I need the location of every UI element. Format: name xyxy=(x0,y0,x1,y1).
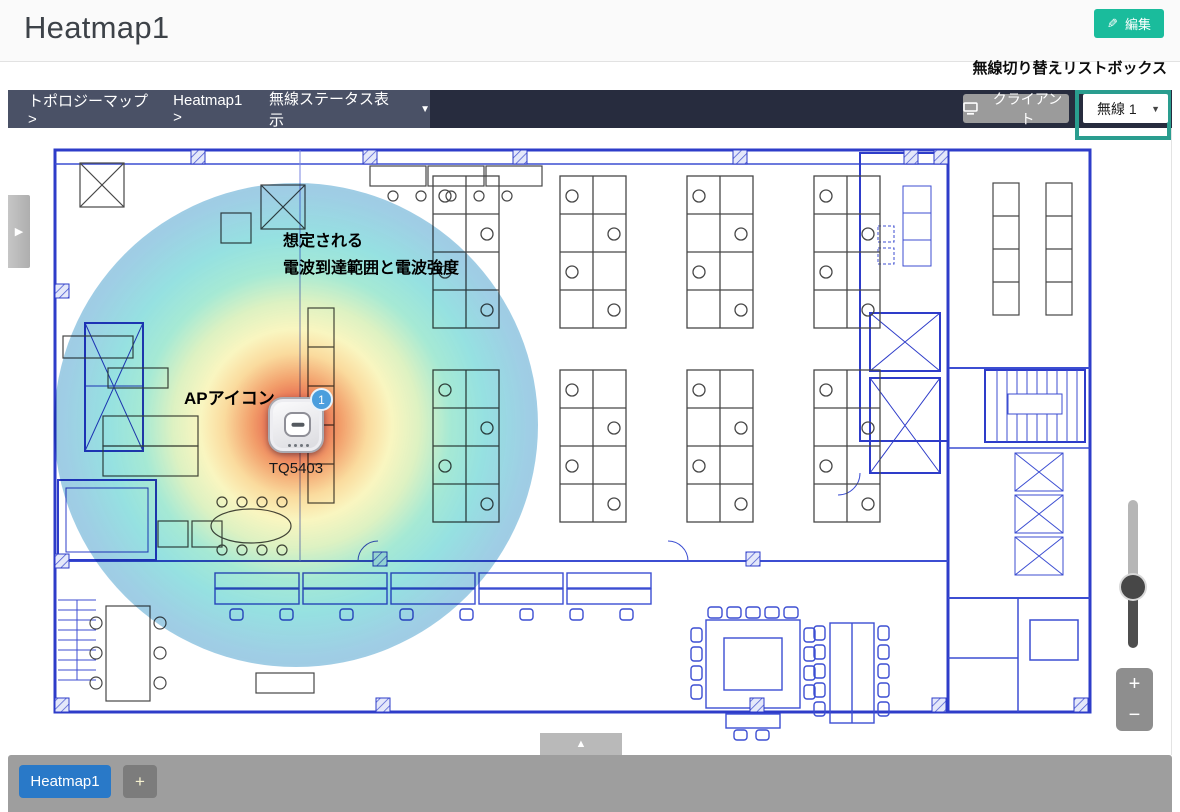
page-title: Heatmap1 xyxy=(24,10,169,46)
client-button[interactable]: クライアント xyxy=(963,94,1069,123)
zoom-out-button[interactable]: − xyxy=(1116,700,1153,732)
ap-icon-callout: APアイコン xyxy=(184,384,275,409)
monitor-icon xyxy=(963,102,978,115)
left-panel-expand-handle[interactable]: ▶ xyxy=(8,195,30,268)
breadcrumb: トポロジーマップ > Heatmap1 > 無線ステータス表示 ▼ xyxy=(8,90,430,128)
access-point-icon[interactable]: 1 xyxy=(268,397,326,455)
radio-switch-listbox[interactable]: 無線 1 ▼ xyxy=(1083,94,1168,123)
chevron-down-icon: ▼ xyxy=(1151,104,1160,114)
edit-button[interactable]: ✎ 編集 xyxy=(1094,9,1164,38)
edit-button-label: 編集 xyxy=(1125,14,1151,33)
radio-select-value: 無線 1 xyxy=(1097,99,1137,119)
pencil-icon: ✎ xyxy=(1107,16,1118,32)
zoom-button-panel: + − xyxy=(1116,668,1153,731)
map-tab-bar: Heatmap1 + xyxy=(8,755,1172,812)
chevron-right-icon: ▶ xyxy=(15,225,23,238)
breadcrumb-caret-icon[interactable]: ▼ xyxy=(420,104,430,115)
tab-heatmap1[interactable]: Heatmap1 xyxy=(19,765,111,798)
breadcrumb-wireless-status[interactable]: 無線ステータス表示 xyxy=(269,88,400,130)
zoom-slider-thumb[interactable] xyxy=(1121,575,1145,599)
zoom-in-button[interactable]: + xyxy=(1116,668,1153,700)
ap-device-leds xyxy=(270,444,326,447)
chevron-up-icon: ▲ xyxy=(576,738,587,750)
coverage-callout: 想定される 電波到達範囲と電波強度 xyxy=(283,228,459,282)
app-header: Heatmap1 ✎ 編集 xyxy=(0,0,1180,62)
client-button-label: クライアント xyxy=(986,89,1069,129)
panel-divider xyxy=(1171,128,1172,755)
radio-listbox-callout: 無線切り替えリストボックス xyxy=(972,57,1167,78)
coverage-callout-line2: 電波到達範囲と電波強度 xyxy=(283,255,459,282)
breadcrumb-heatmap1[interactable]: Heatmap1 > xyxy=(173,92,253,126)
map-canvas[interactable]: 想定される 電波到達範囲と電波強度 APアイコン 1 TQ5403 xyxy=(8,128,1172,755)
add-map-tab-button[interactable]: + xyxy=(123,765,157,798)
ap-name-label: TQ5403 xyxy=(251,460,341,477)
bottom-panel-collapse-handle[interactable]: ▲ xyxy=(540,733,622,755)
breadcrumb-topology-map[interactable]: トポロジーマップ > xyxy=(28,90,157,128)
coverage-callout-line1: 想定される xyxy=(283,228,459,255)
ap-device-face xyxy=(284,412,311,437)
zoom-slider-track[interactable] xyxy=(1128,500,1138,648)
ap-radio-count-badge: 1 xyxy=(310,388,333,411)
ap-device-slot xyxy=(291,422,304,427)
